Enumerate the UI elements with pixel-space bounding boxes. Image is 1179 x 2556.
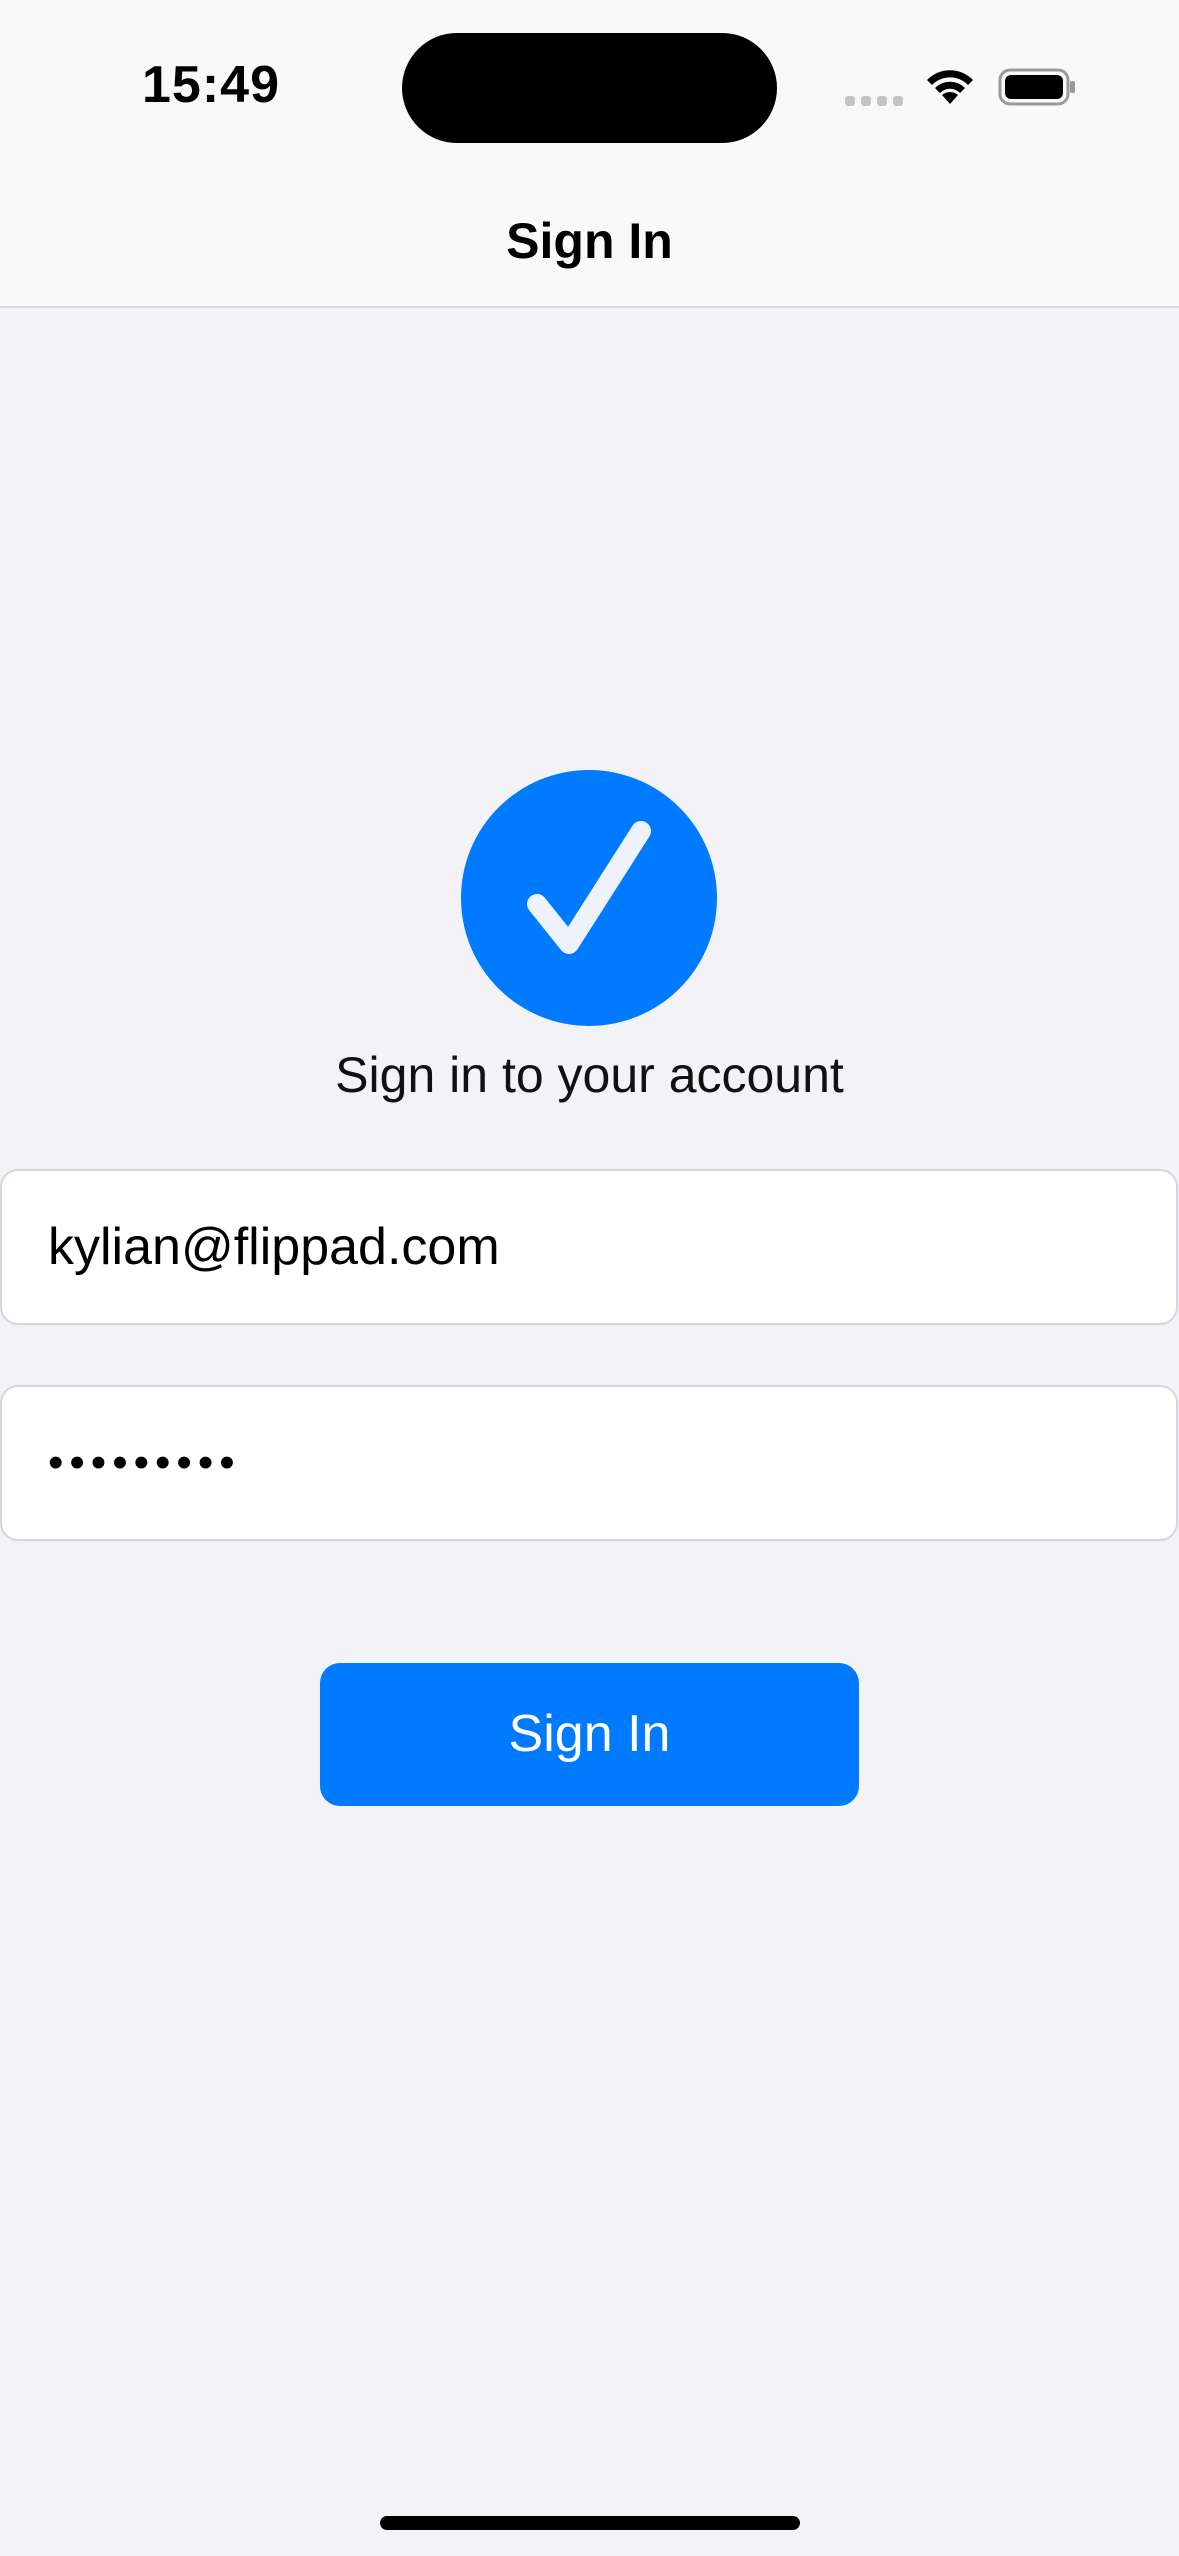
status-bar: 15:49 bbox=[0, 0, 1179, 180]
password-field[interactable] bbox=[0, 1385, 1178, 1541]
navigation-bar: Sign In bbox=[0, 180, 1179, 308]
dynamic-island bbox=[402, 33, 777, 143]
home-indicator[interactable] bbox=[380, 2516, 800, 2530]
email-input[interactable] bbox=[48, 1171, 1128, 1323]
status-time: 15:49 bbox=[142, 56, 280, 114]
email-field[interactable] bbox=[0, 1169, 1178, 1325]
page-title: Sign In bbox=[506, 213, 673, 269]
cellular-signal-icon bbox=[845, 96, 903, 106]
wifi-icon bbox=[927, 70, 973, 104]
battery-icon bbox=[998, 68, 1075, 106]
sign-in-button[interactable]: Sign In bbox=[320, 1663, 859, 1806]
password-input[interactable] bbox=[48, 1387, 1128, 1539]
checkmark-circle-icon bbox=[461, 770, 717, 1026]
sign-in-subtitle: Sign in to your account bbox=[335, 1047, 844, 1103]
